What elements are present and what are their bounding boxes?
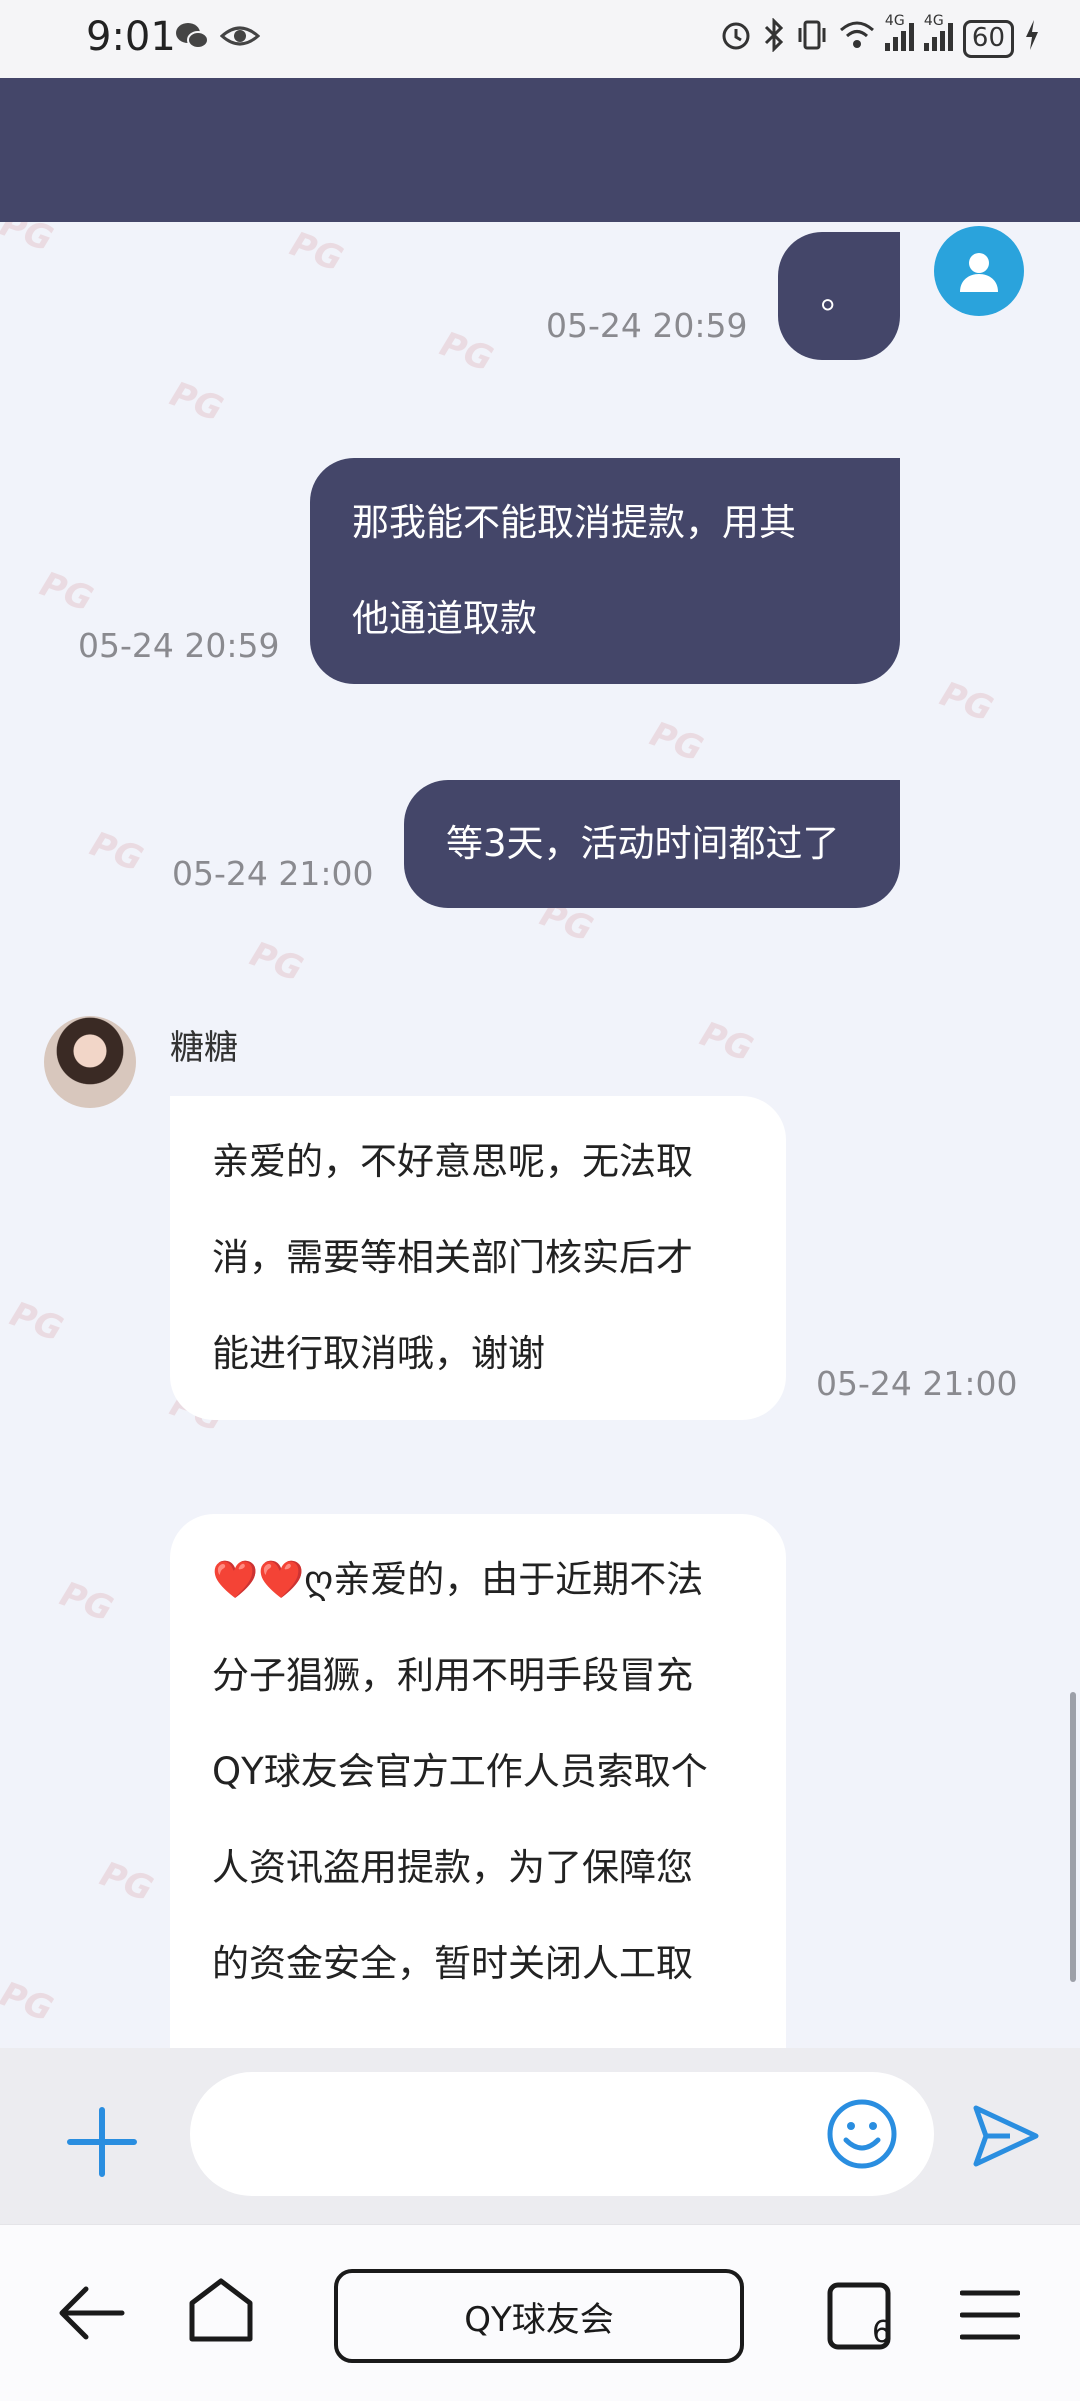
hamburger-menu-icon [959,2290,1021,2340]
charging-icon [1024,20,1040,58]
message-timestamp: 05-24 21:00 [172,854,374,893]
chat-message-list[interactable]: PG PG PG PG PG PG PG PG PG PG PG PG PG P… [0,222,1080,2048]
address-bar-label: QY球友会 [464,2299,614,2340]
message-line: 的资金安全，暂时关闭人工取 [212,1942,693,1985]
agent-name: 糖糖 [170,1028,238,1068]
watermark: PG [434,324,499,380]
send-button[interactable] [970,2100,1042,2172]
message-bubble-incoming[interactable]: ❤️❤️ღ亲爱的，由于近期不法 分子猖獗，利用不明手段冒充 QY球友会官方工作人… [170,1514,786,2048]
back-button[interactable] [56,2281,126,2345]
message-timestamp: 05-24 20:59 [546,306,748,345]
watermark: PG [694,1014,759,1070]
message-bubble-outgoing[interactable]: 等3天，活动时间都过了 [404,780,900,908]
home-icon [189,2278,253,2342]
message-input[interactable] [190,2072,934,2196]
watermark: PG [94,1854,159,1910]
message-bubble-incoming[interactable]: 亲爱的，不好意思呢，无法取 消，需要等相关部门核实后才 能进行取消哦，谢谢 [170,1096,786,1420]
watermark: PG [244,934,309,990]
watermark: PG [0,222,59,260]
status-bar: 9:01 4G 4G 60 [0,0,1080,78]
message-timestamp: 05-24 21:00 [816,1364,1018,1403]
watermark: PG [164,374,229,430]
vibrate-icon [795,18,829,60]
alarm-icon [719,18,753,60]
smiley-icon [827,2099,897,2169]
plus-icon [67,2107,137,2177]
message-line: QY球友会官方工作人员索取个 [212,1750,708,1793]
message-line: 那我能不能取消提款，用其 [352,501,796,544]
message-bubble-outgoing[interactable]: 。 [778,232,900,360]
scrollbar[interactable] [1070,1692,1076,1982]
signal-4g-icon: 4G [923,13,953,59]
message-timestamp: 05-24 20:59 [78,626,280,665]
watermark: PG [0,1974,59,2030]
eye-icon [219,20,261,61]
home-button[interactable] [186,2275,256,2345]
watermark: PG [34,564,99,620]
add-attachment-button[interactable] [64,2104,140,2180]
wifi-icon [839,20,875,58]
message-line: 消，需要等相关部门核实后才 [212,1236,693,1279]
clock: 9:01 [86,14,176,60]
wechat-icon [174,20,210,61]
menu-button[interactable] [959,2287,1021,2343]
chat-header [0,78,1080,222]
person-icon [960,253,998,292]
browser-toolbar: QY球友会 6 [0,2224,1080,2401]
signal-4g-icon: 4G [884,13,914,59]
user-avatar[interactable] [934,226,1024,316]
message-text: 等3天，活动时间都过了 [446,822,840,865]
message-line: 亲爱的，不好意思呢，无法取 [212,1140,693,1183]
battery-indicator: 60 [962,20,1014,58]
watermark: PG [54,1574,119,1630]
message-line: ❤️❤️ღ亲爱的，由于近期不法 [212,1558,704,1601]
watermark: PG [934,674,999,730]
watermark: PG [4,1294,69,1350]
bluetooth-icon [763,17,785,60]
watermark: PG [284,224,349,280]
message-line: 分子猖獗，利用不明手段冒充 [212,1654,693,1697]
watermark: PG [84,824,149,880]
message-line: 能进行取消哦，谢谢 [212,1332,545,1375]
message-input-bar [0,2048,1080,2224]
tab-count: 6 [872,2315,892,2350]
agent-avatar[interactable] [44,1016,136,1108]
message-bubble-outgoing[interactable]: 那我能不能取消提款，用其 他通道取款 [310,458,900,684]
message-line: 他通道取款 [352,597,537,640]
emoji-button[interactable] [826,2098,898,2170]
back-arrow-icon [59,2286,125,2340]
message-text: 。 [820,274,858,317]
watermark: PG [644,714,709,770]
send-icon [973,2105,1039,2167]
address-bar[interactable]: QY球友会 [334,2269,744,2363]
message-line: 人资讯盗用提款，为了保障您 [212,1846,693,1889]
